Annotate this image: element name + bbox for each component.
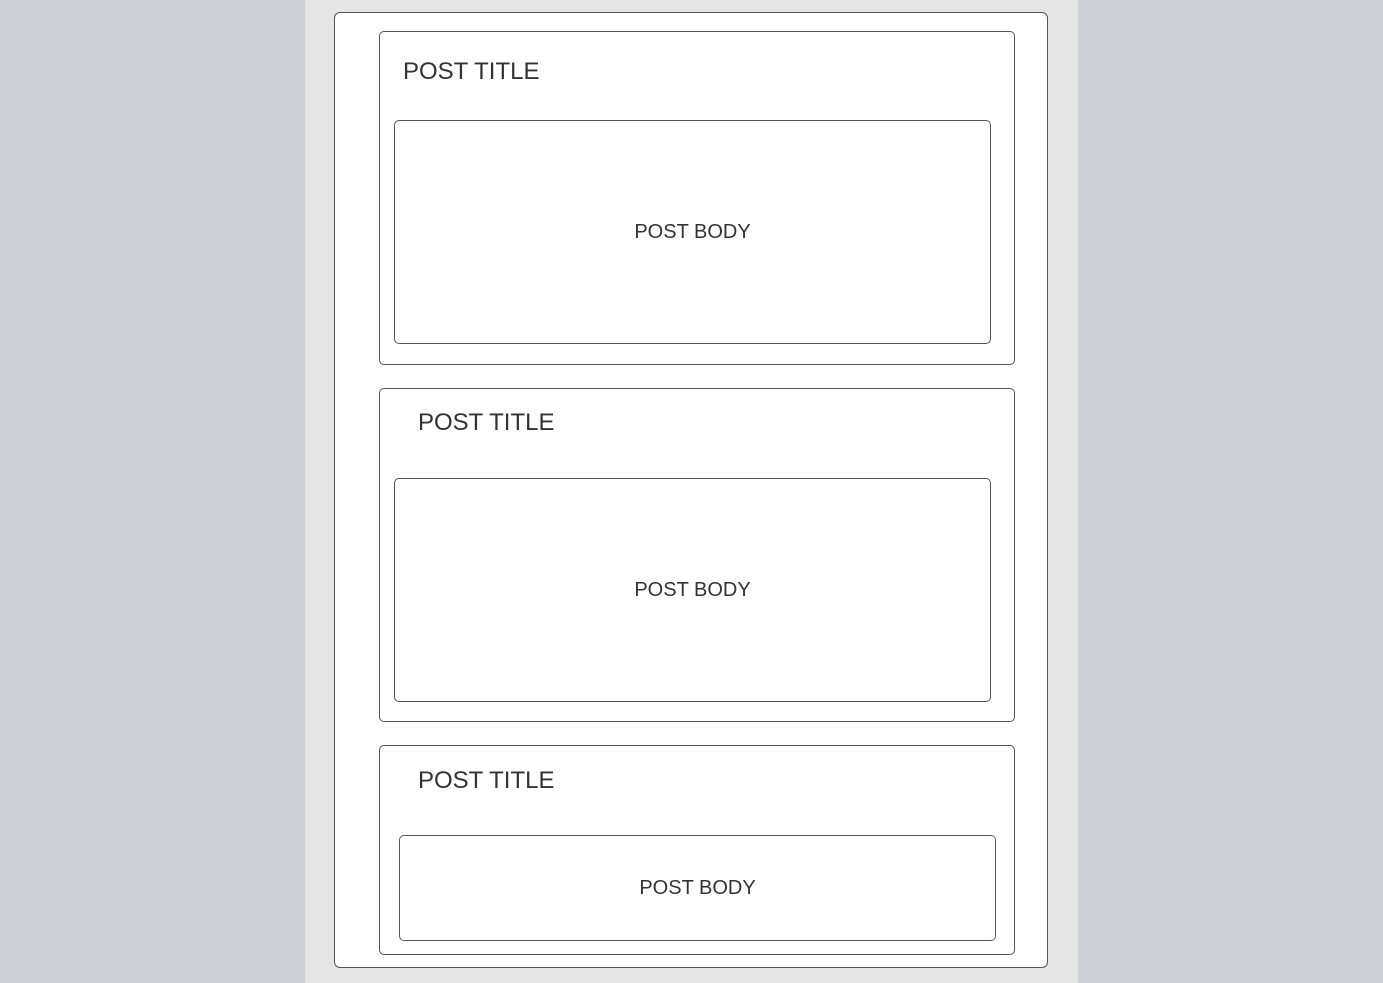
post-body: POST BODY <box>394 120 991 344</box>
post-body-text: POST BODY <box>634 578 751 601</box>
post-body-text: POST BODY <box>634 220 751 243</box>
post-title[interactable]: POST TITLE <box>418 769 555 793</box>
post-card[interactable]: POST TITLE POST BODY <box>379 31 1015 365</box>
post-title[interactable]: POST TITLE <box>418 411 555 435</box>
post-body-text: POST BODY <box>639 876 756 899</box>
post-body: POST BODY <box>399 835 996 941</box>
post-card[interactable]: POST TITLE POST BODY <box>379 388 1015 722</box>
post-card[interactable]: POST TITLE POST BODY <box>379 745 1015 955</box>
post-title[interactable]: POST TITLE <box>403 60 540 84</box>
post-body: POST BODY <box>394 478 991 702</box>
